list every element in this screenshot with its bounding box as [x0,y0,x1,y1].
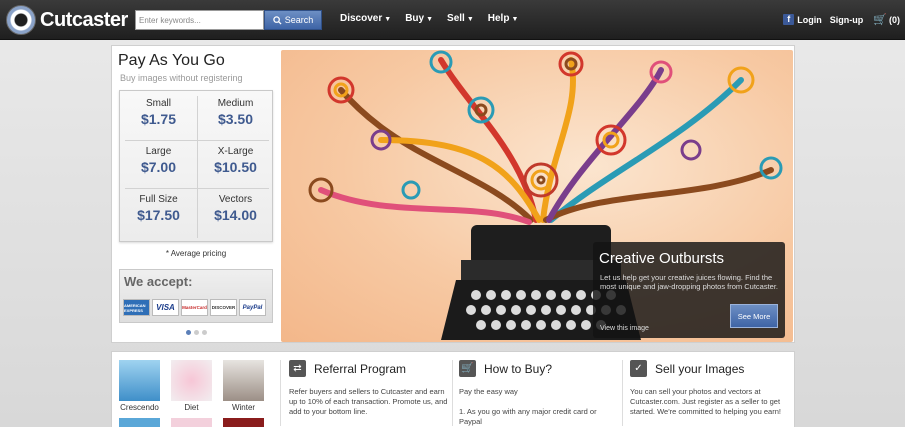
hero-caption: Creative Outbursts Let us help get your … [593,242,785,338]
price-medium: Medium $3.50 [197,91,274,138]
search-icon [273,15,282,25]
user-links: f Login Sign-up 🛒 (0) [783,13,900,26]
thumbnail-image[interactable] [119,418,160,427]
chevron-down-icon: ▼ [384,16,392,23]
visa-icon: VISA [152,299,179,316]
thumbnail-image [171,360,212,401]
logo-icon [6,5,36,35]
search-button[interactable]: Search [264,10,322,30]
mastercard-icon: MasterCard [181,299,208,316]
logo[interactable]: Cutcaster [6,5,128,35]
accepted-payments: We accept: AMERICAN EXPRESS VISA MasterC… [119,269,273,323]
payment-cards: AMERICAN EXPRESS VISA MasterCard DISCOVE… [123,299,266,316]
search-input[interactable]: Enter keywords... [135,10,264,30]
pricing-title: Pay As You Go [118,52,225,69]
pricing-subtitle: Buy images without registering [120,73,243,83]
nav-discover-label: Discover [340,13,383,24]
login-link[interactable]: Login [797,15,822,25]
carousel-dot[interactable] [186,330,191,335]
nav-sell[interactable]: Sell ▼ [447,13,474,24]
nav-buy-label: Buy [405,13,425,24]
price-xlarge: X-Large $10.50 [197,139,274,186]
price-value: $10.50 [214,159,257,175]
price-vectors: Vectors $14.00 [197,187,274,234]
price-label: Full Size [139,194,178,205]
price-table: Small $1.75 Medium $3.50 Large $7.00 X-L… [119,90,273,242]
thumbnail-image[interactable] [223,418,264,427]
discover-icon: DISCOVER [210,299,237,316]
section-title[interactable]: Sell your Images [655,362,744,376]
pricing-panel: Pay As You Go Buy images without registe… [112,46,280,342]
main-nav: Discover ▼ Buy ▼ Sell ▼ Help ▼ [340,13,532,24]
price-value: $1.75 [140,111,177,127]
chevron-down-icon: ▼ [426,16,434,23]
top-navbar: Cutcaster Enter keywords... Search Disco… [0,0,905,40]
how-to-buy-section: 🛒 How to Buy? Pay the easy way 1. As you… [459,360,619,427]
view-image-link[interactable]: View this image [600,325,649,332]
checkmark-icon: ✓ [630,360,647,377]
price-label: Medium [217,98,254,109]
price-label: Large [145,146,172,157]
hero-title: Creative Outbursts [599,250,725,267]
section-title[interactable]: How to Buy? [484,362,552,376]
nav-discover[interactable]: Discover ▼ [340,13,391,24]
divider [622,360,623,426]
thumbnail[interactable]: Crescendo [119,360,160,412]
main-panel: Pay As You Go Buy images without registe… [111,45,795,343]
sell-images-section: ✓ Sell your Images You can sell your pho… [630,360,790,417]
cart-icon[interactable]: 🛒 [873,13,887,26]
thumbnail[interactable]: Winter [223,360,264,412]
bottom-panel: Crescendo Diet Winter ⇄ Referral Program… [111,351,795,427]
carousel-dots [186,330,207,335]
price-fullsize: Full Size $17.50 [120,187,197,234]
price-large: Large $7.00 [120,139,197,186]
divider [280,360,281,426]
search-button-label: Search [284,15,314,25]
section-text: Refer buyers and sellers to Cutcaster an… [289,387,448,416]
section-text: Pay the easy way 1. As you go with any m… [459,387,597,426]
thumbnail-caption: Diet [184,403,199,412]
hero-text: Let us help get your creative juices flo… [600,273,779,291]
thumbnail[interactable]: Diet [171,360,212,412]
hero-banner[interactable]: Creative Outbursts Let us help get your … [281,50,793,342]
price-value: $17.50 [137,207,180,223]
thumbnail-image[interactable] [171,418,212,427]
cart-icon: 🛒 [459,360,476,377]
price-value: $14.00 [214,207,257,223]
facebook-icon: f [783,14,795,25]
referral-icon: ⇄ [289,360,306,377]
thumbnail-image [223,360,264,401]
nav-buy[interactable]: Buy ▼ [405,13,433,24]
divider [452,360,453,426]
chevron-down-icon: ▼ [466,16,474,23]
section-text: You can sell your photos and vectors at … [630,387,781,416]
chevron-down-icon: ▼ [511,16,519,23]
price-label: Small [145,98,171,109]
thumbnail-caption: Winter [231,403,256,412]
paypal-icon: PayPal [239,299,266,316]
price-label: X-Large [217,146,254,157]
carousel-dot[interactable] [202,330,207,335]
price-value: $7.00 [140,159,177,175]
amex-icon: AMERICAN EXPRESS [123,299,150,316]
nav-help[interactable]: Help ▼ [488,13,519,24]
thumbnail-caption: Crescendo [120,403,159,412]
signup-link[interactable]: Sign-up [830,15,864,25]
nav-help-label: Help [487,13,510,24]
cart-count[interactable]: (0) [889,15,900,25]
brand-name: Cutcaster [40,8,128,31]
referral-program-section: ⇄ Referral Program Refer buyers and sell… [289,360,449,417]
see-more-button[interactable]: See More [730,304,778,328]
price-small: Small $1.75 [120,91,197,138]
carousel-dot[interactable] [194,330,199,335]
average-pricing-note: * Average pricing [165,249,227,258]
accept-title: We accept: [124,274,193,289]
thumbnail-strip: Crescendo Diet Winter [119,360,264,412]
thumbnail-image [119,360,160,401]
section-title[interactable]: Referral Program [314,362,406,376]
thumbnail-strip-row2 [119,418,264,427]
price-label: Vectors [218,194,253,205]
price-value: $3.50 [217,111,254,127]
nav-sell-label: Sell [447,13,465,24]
